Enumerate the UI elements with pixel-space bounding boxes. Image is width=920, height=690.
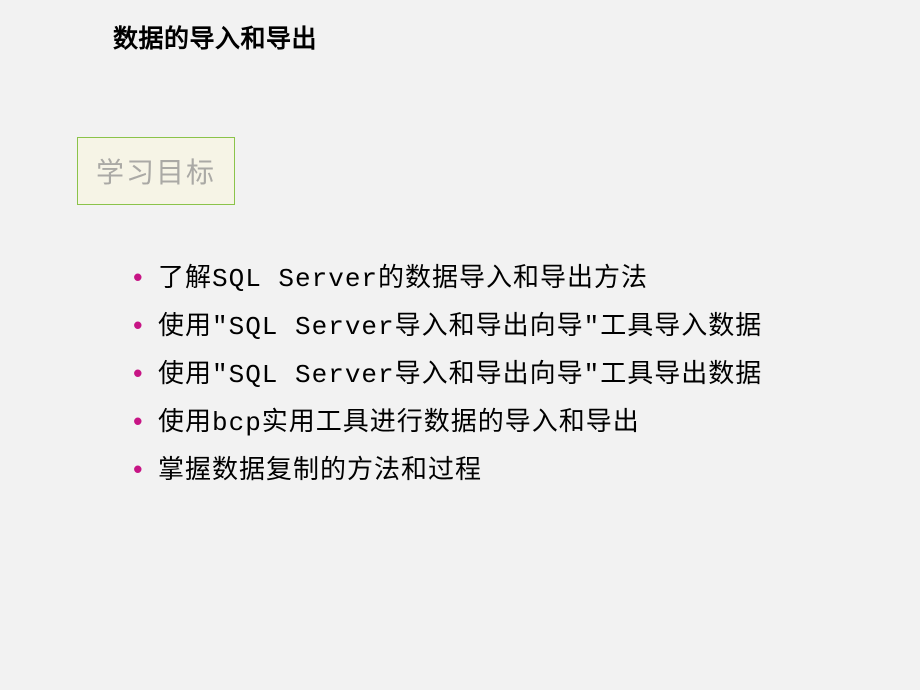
page-title: 数据的导入和导出 [0, 0, 920, 55]
section-label-box: 学习目标 [77, 137, 235, 205]
bullet-list: 了解SQL Server的数据导入和导出方法 使用"SQL Server导入和导… [122, 255, 920, 495]
list-item: 使用"SQL Server导入和导出向导"工具导入数据 [122, 303, 920, 351]
list-item: 了解SQL Server的数据导入和导出方法 [122, 255, 920, 303]
section-label: 学习目标 [96, 157, 216, 188]
list-item: 掌握数据复制的方法和过程 [122, 447, 920, 495]
list-item: 使用bcp实用工具进行数据的导入和导出 [122, 399, 920, 447]
list-item: 使用"SQL Server导入和导出向导"工具导出数据 [122, 351, 920, 399]
